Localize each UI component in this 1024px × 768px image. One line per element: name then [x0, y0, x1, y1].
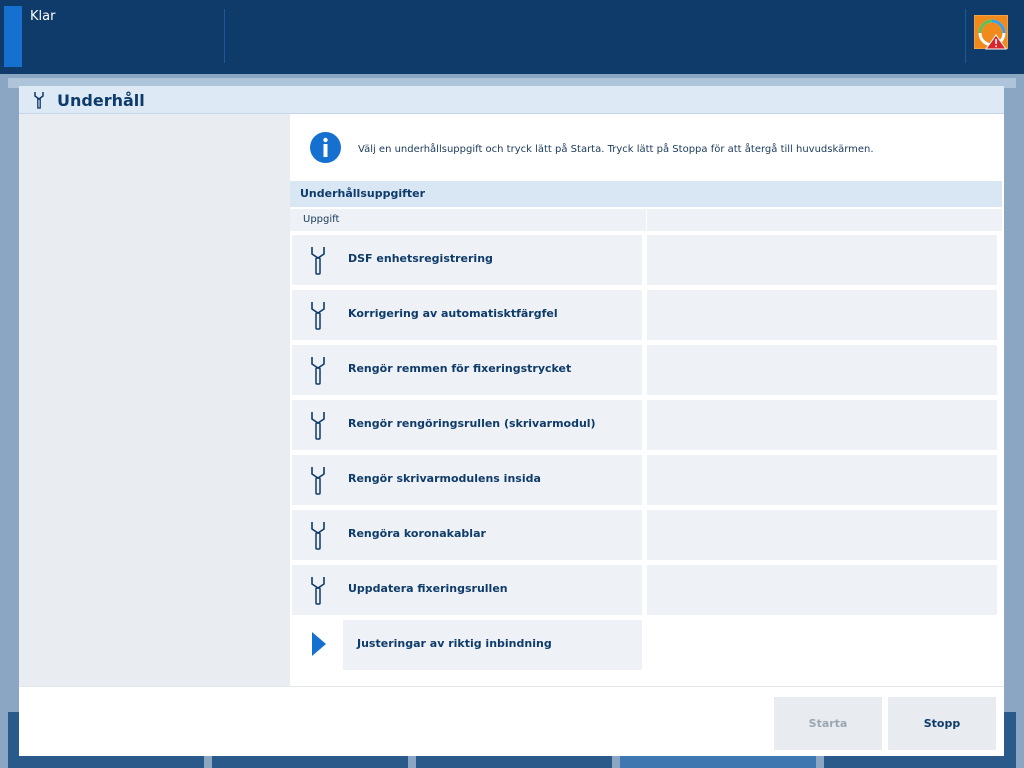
start-button[interactable]: Starta: [774, 697, 882, 750]
dialog-title: Underhåll: [57, 91, 145, 110]
task-label: Rengör remmen för fixeringstrycket: [348, 362, 572, 375]
status-divider: [965, 9, 966, 63]
printer-status-text: Klar: [30, 9, 56, 24]
task-row-clean-printer-module-inside[interactable]: Rengör skrivarmodulens insida: [292, 455, 642, 505]
task-group-binding-adjustments[interactable]: Justeringar av riktig inbindning: [292, 620, 642, 670]
task-label: Rengöra koronakablar: [348, 527, 486, 540]
top-status-bar: Klar: [0, 0, 1024, 74]
column-separator: [646, 209, 647, 231]
wrench-icon: [311, 467, 325, 495]
task-row-dsf-registration[interactable]: DSF enhetsregistrering: [292, 235, 642, 285]
wrench-icon: [311, 357, 325, 385]
task-row-update-fuser-roller[interactable]: Uppdatera fixeringsrullen: [292, 565, 642, 615]
system-alert-button[interactable]: [974, 15, 1008, 50]
wrench-icon: [311, 302, 325, 330]
wrench-icon: [311, 522, 325, 550]
task-detail-cell: [647, 400, 997, 450]
info-icon: [310, 132, 341, 163]
info-message: Välj en underhållsuppgift och tryck lätt…: [358, 144, 874, 155]
status-divider: [224, 9, 225, 63]
task-row-clean-fuser-belt[interactable]: Rengör remmen för fixeringstrycket: [292, 345, 642, 395]
dialog-footer: Starta Stopp: [19, 686, 1004, 756]
wrench-icon: [311, 247, 325, 275]
section-header: Underhållsuppgifter: [290, 181, 1002, 207]
task-row-clean-corona-wires[interactable]: Rengöra koronakablar: [292, 510, 642, 560]
section-title: Underhållsuppgifter: [300, 187, 426, 200]
dialog-header: Underhåll: [19, 86, 1004, 114]
task-detail-cell: [647, 565, 997, 615]
maintenance-icon: [34, 92, 44, 109]
task-label: Uppdatera fixeringsrullen: [348, 582, 508, 595]
task-detail-cell: [647, 345, 997, 395]
task-detail-cell: [647, 510, 997, 560]
task-detail-cell: [647, 235, 997, 285]
task-row-auto-color-correction[interactable]: Korrigering av automatisktfärgfel: [292, 290, 642, 340]
status-indicator: [4, 6, 22, 67]
task-group-label: Justeringar av riktig inbindning: [357, 637, 552, 650]
alert-icon: [978, 19, 1007, 50]
left-panel: [19, 114, 290, 686]
task-group-box: Justeringar av riktig inbindning: [343, 620, 642, 670]
column-task-label: Uppgift: [303, 214, 340, 225]
column-header: Uppgift: [290, 209, 1002, 231]
task-label: Korrigering av automatisktfärgfel: [348, 307, 558, 320]
maintenance-dialog: Underhåll Välj en underhållsuppgift och …: [19, 86, 1004, 756]
expand-arrow-icon: [312, 632, 326, 656]
task-detail-cell: [647, 290, 997, 340]
wrench-icon: [311, 412, 325, 440]
dialog-content: Välj en underhållsuppgift och tryck lätt…: [290, 114, 1004, 686]
task-detail-cell: [647, 455, 997, 505]
task-label: Rengör rengöringsrullen (skrivarmodul): [348, 417, 596, 430]
wrench-icon: [311, 577, 325, 605]
task-label: DSF enhetsregistrering: [348, 252, 493, 265]
task-label: Rengör skrivarmodulens insida: [348, 472, 541, 485]
stop-button[interactable]: Stopp: [888, 697, 996, 750]
task-row-clean-cleaning-roller[interactable]: Rengör rengöringsrullen (skrivarmodul): [292, 400, 642, 450]
